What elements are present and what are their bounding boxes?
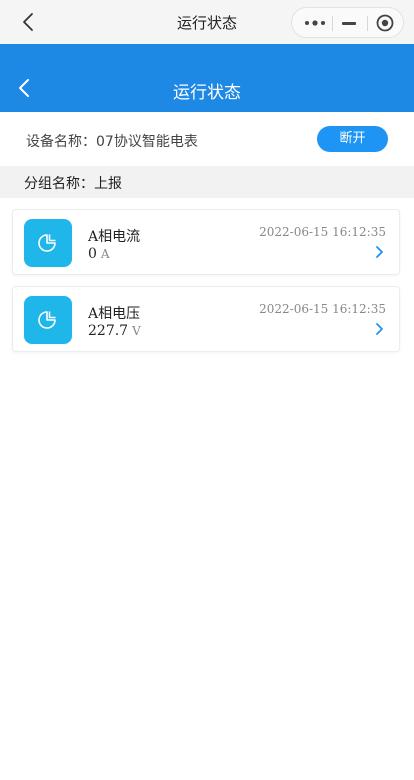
- item-value: 227.7 V: [88, 323, 141, 339]
- minimize-icon[interactable]: [342, 22, 356, 25]
- capsule-divider: [367, 16, 368, 31]
- item-timestamp: 2022-06-15 16:12:35: [259, 225, 386, 239]
- mini-program-nav-bar: 运行状态: [0, 0, 414, 44]
- value-unit: A: [100, 247, 110, 261]
- item-value: 0A: [88, 246, 110, 262]
- capsule-menu: [291, 7, 404, 38]
- item-name: A相电流: [88, 229, 141, 245]
- chart-pie-icon: [38, 311, 56, 329]
- icon-tile: [24, 219, 72, 267]
- chart-pie-icon: [38, 234, 56, 252]
- group-row: 分组名称：上报: [0, 166, 414, 198]
- device-row: 设备名称：07协议智能电表 断开: [0, 112, 414, 166]
- disconnect-button[interactable]: 断开: [317, 126, 388, 152]
- list-item[interactable]: A相电流 0A 2022-06-15 16:12:35: [12, 209, 400, 275]
- list-item[interactable]: A相电压 227.7 V 2022-06-15 16:12:35: [12, 286, 400, 352]
- value-number: 0: [88, 246, 97, 262]
- icon-tile: [24, 296, 72, 344]
- chevron-right-icon[interactable]: [374, 322, 384, 336]
- page-title: 运行状态: [173, 83, 241, 103]
- chevron-right-icon[interactable]: [374, 245, 384, 259]
- page-header: 运行状态: [0, 44, 414, 112]
- item-name: A相电压: [88, 306, 141, 322]
- close-target-icon[interactable]: [376, 14, 394, 32]
- device-name: 设备名称：07协议智能电表: [26, 134, 198, 150]
- group-name: 分组名称：上报: [24, 176, 122, 192]
- value-number: 227.7: [88, 323, 129, 339]
- item-timestamp: 2022-06-15 16:12:35: [259, 302, 386, 316]
- value-unit: V: [132, 324, 141, 338]
- capsule-divider: [332, 16, 333, 31]
- more-icon[interactable]: [304, 16, 326, 30]
